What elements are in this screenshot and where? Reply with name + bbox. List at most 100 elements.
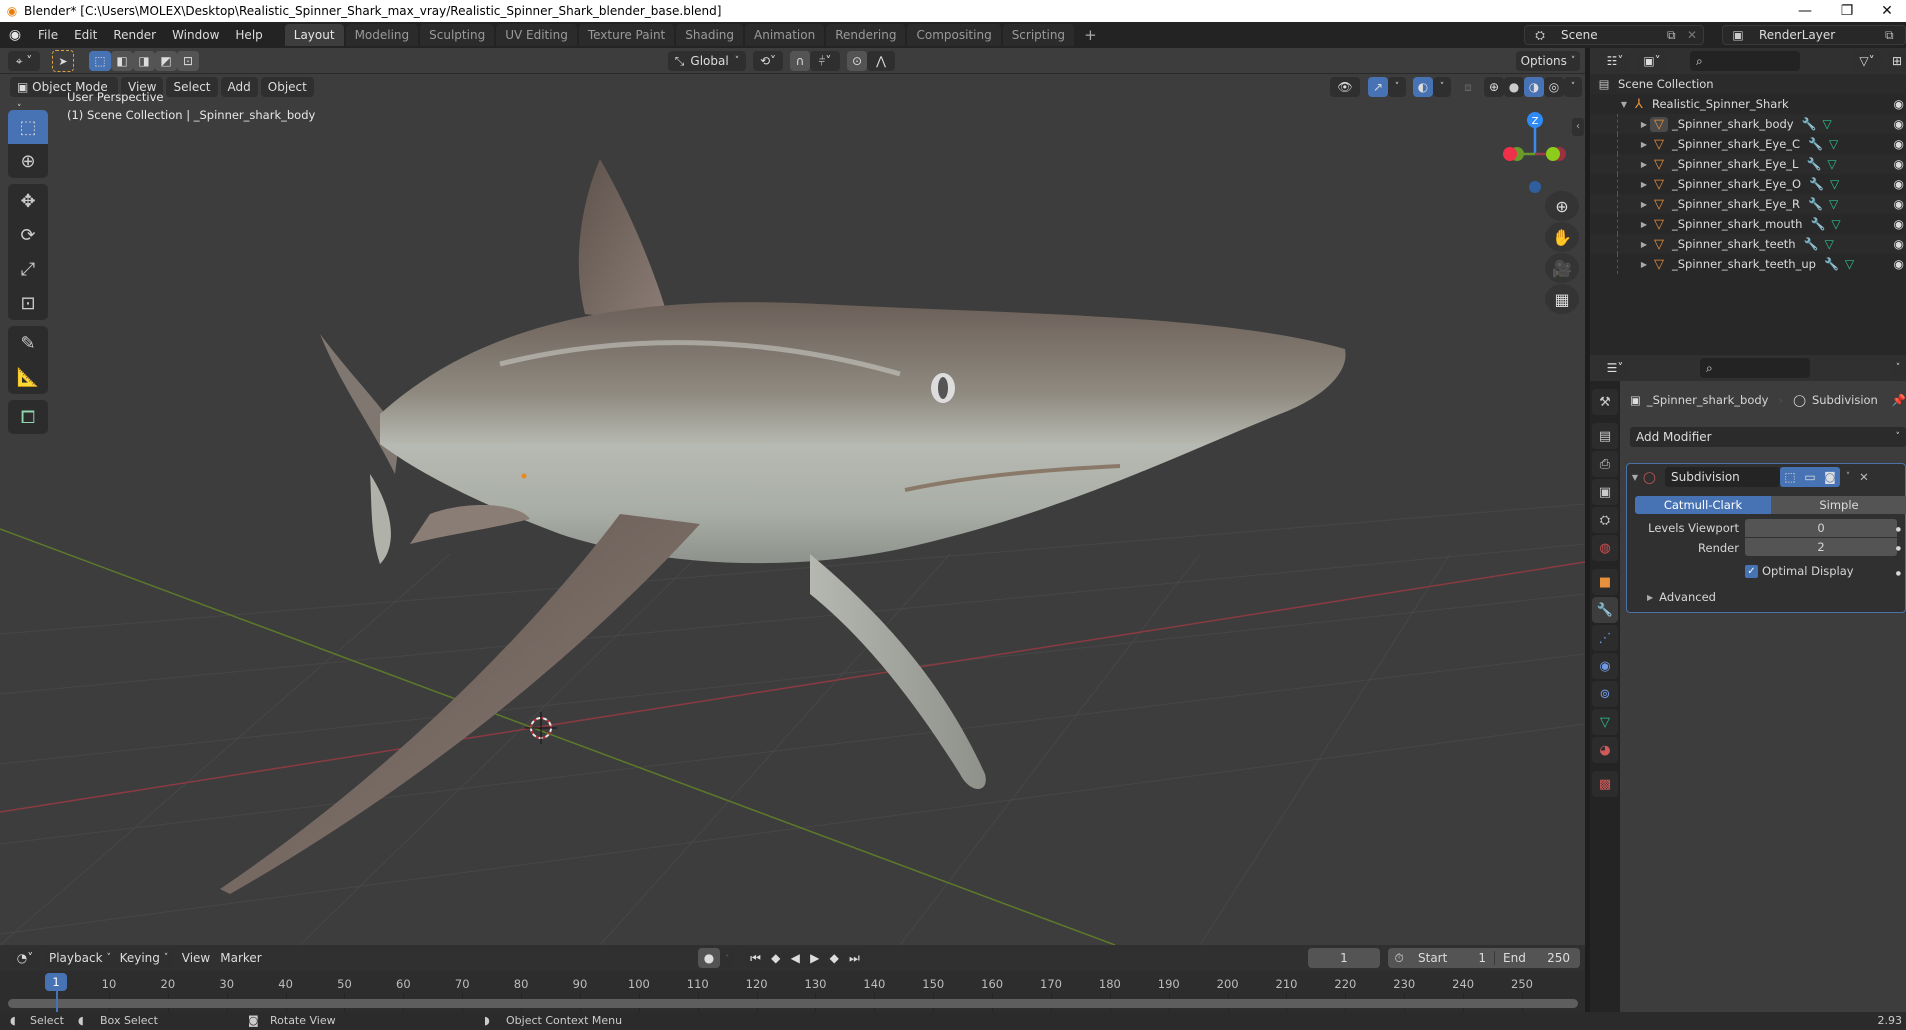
tab-texture[interactable]: ▩ xyxy=(1592,771,1618,797)
scrollbar-thumb[interactable] xyxy=(8,999,1578,1008)
optimal-display-checkbox[interactable]: ✓ Optimal Display xyxy=(1745,564,1854,578)
mesh-data-icon[interactable]: ▽ xyxy=(1845,257,1854,271)
mesh-data-icon[interactable]: ▽ xyxy=(1825,237,1834,251)
workspace-tab-sculpting[interactable]: Sculpting xyxy=(420,24,495,46)
auto-keying-toggle[interactable]: ● xyxy=(698,948,720,968)
view-layer-selector[interactable]: ▣ RenderLayer ⧉ xyxy=(1722,25,1906,45)
snap-target-dropdown[interactable]: ⫩˅ xyxy=(810,51,840,71)
shading-wireframe[interactable]: ⊕ xyxy=(1484,77,1504,97)
timeline-ruler[interactable]: 10 20 30 40 50 60 70 80 90 100 110 120 130 140 150 160 1… xyxy=(0,971,1585,1012)
new-view-layer-icon[interactable]: ⧉ xyxy=(1885,28,1905,43)
eye-icon[interactable]: ◉ xyxy=(1894,177,1904,191)
tool-move[interactable]: ✥ xyxy=(8,184,48,218)
mesh-data-icon[interactable]: ▽ xyxy=(1827,157,1836,171)
properties-editor-type[interactable]: ☰˅ xyxy=(1600,358,1630,378)
sidebar-toggle[interactable]: ‹ xyxy=(1572,118,1584,136)
jump-start-icon[interactable]: ⏮ xyxy=(750,951,761,966)
scene-selector[interactable]: ⛭ Scene ⧉ ✕ xyxy=(1524,25,1704,45)
eye-icon[interactable]: ◉ xyxy=(1894,237,1904,251)
visibility-dropdown[interactable]: 👁 xyxy=(1330,77,1360,97)
shading-rendered[interactable]: ◎ xyxy=(1544,77,1564,97)
tab-data[interactable]: ▽ xyxy=(1592,709,1618,735)
expand-right-icon[interactable]: ▶ xyxy=(1638,160,1650,169)
keyframe-dot-icon[interactable]: ● xyxy=(1896,570,1901,577)
jump-end-icon[interactable]: ⏭ xyxy=(849,951,860,966)
tool-transform[interactable]: ⊡ xyxy=(8,286,48,320)
outliner-object-row[interactable]: ▶ ▽ _Spinner_shark_Eye_O 🔧 ▽ ◉ xyxy=(1590,174,1906,194)
modifier-wrench-icon[interactable]: 🔧 xyxy=(1802,117,1817,131)
tab-object[interactable]: ■ xyxy=(1592,569,1618,595)
outliner-row-collection[interactable]: ▼ ⅄ Realistic_Spinner_Shark ◉ xyxy=(1590,94,1906,114)
outliner-row-scene-collection[interactable]: ▤ Scene Collection xyxy=(1590,74,1906,94)
shading-solid[interactable]: ● xyxy=(1504,77,1524,97)
tool-scale[interactable]: ⤢ xyxy=(8,252,48,286)
3d-viewport[interactable]: ▣ Object Mode ˅ View Select Add Object 👁… xyxy=(0,74,1585,945)
blender-menu-icon[interactable]: ◉ xyxy=(0,27,30,43)
tab-scene[interactable]: ⛭ xyxy=(1592,507,1618,533)
eye-icon[interactable]: ◉ xyxy=(1894,117,1904,131)
tool-annotate[interactable]: ✎ xyxy=(8,326,48,360)
mesh-data-icon[interactable]: ▽ xyxy=(1831,217,1840,231)
new-collection-button[interactable]: ⊞ xyxy=(1888,51,1906,71)
expand-down-icon[interactable]: ▼ xyxy=(1618,100,1630,109)
keyframe-dot-icon[interactable]: ● xyxy=(1896,526,1901,533)
play-reverse-icon[interactable]: ◀ xyxy=(791,951,800,965)
scene-name[interactable]: Scene xyxy=(1555,28,1667,42)
display-mode-dropdown[interactable]: ▣˅ xyxy=(1637,51,1667,71)
navigation-gizmo[interactable]: Z xyxy=(1495,104,1575,194)
add-modifier-dropdown[interactable]: Add Modifier ˅ xyxy=(1630,427,1906,447)
overlays-dropdown[interactable]: ˅ xyxy=(1433,77,1451,97)
collapse-icon[interactable]: ▼ xyxy=(1627,473,1643,482)
tab-render[interactable]: ▤ xyxy=(1592,423,1618,449)
tool-measure[interactable]: 📐 xyxy=(8,360,48,394)
ortho-toggle-button[interactable]: ▦ xyxy=(1545,284,1579,314)
shading-dropdown[interactable]: ˅ xyxy=(1564,77,1582,97)
menu-window[interactable]: Window xyxy=(164,24,227,46)
outliner-editor-type[interactable]: ☷˅ xyxy=(1600,51,1630,71)
modifier-wrench-icon[interactable]: 🔧 xyxy=(1824,257,1839,271)
mesh-data-icon[interactable]: ▽ xyxy=(1823,117,1832,131)
auto-keying-dropdown[interactable]: ˅ xyxy=(720,948,734,968)
expand-right-icon[interactable]: ▶ xyxy=(1638,180,1650,189)
tool-select-box[interactable]: ⬚ xyxy=(8,110,48,144)
camera-view-button[interactable]: 🎥 xyxy=(1545,253,1579,283)
modifier-wrench-icon[interactable]: 🔧 xyxy=(1808,197,1823,211)
edit-mode-toggle[interactable]: ⬚ xyxy=(1780,467,1800,487)
close-window-button[interactable]: ✕ xyxy=(1864,0,1906,22)
snap-toggle[interactable]: ∩ xyxy=(790,51,810,71)
tab-world[interactable]: ◍ xyxy=(1592,535,1618,561)
timeline-scrollbar[interactable] xyxy=(0,997,1585,1010)
outliner-object-row[interactable]: ▶ ▽ _Spinner_shark_teeth_up 🔧 ▽ ◉ xyxy=(1590,254,1906,274)
shading-material-preview[interactable]: ◑ xyxy=(1524,77,1544,97)
render-toggle[interactable]: ◙ xyxy=(1820,467,1840,487)
menu-file[interactable]: File xyxy=(30,24,66,46)
filter-dropdown[interactable]: ▽˅ xyxy=(1852,51,1882,71)
menu-render[interactable]: Render xyxy=(105,24,164,46)
outliner-object-row[interactable]: ▶ ▽ _Spinner_shark_Eye_R 🔧 ▽ ◉ xyxy=(1590,194,1906,214)
tab-view-layer[interactable]: ▣ xyxy=(1592,479,1618,505)
keying-dropdown[interactable]: Keying ˅ xyxy=(114,948,174,968)
tab-physics[interactable]: ◉ xyxy=(1592,653,1618,679)
modifier-wrench-icon[interactable]: 🔧 xyxy=(1810,217,1825,231)
tool-rotate[interactable]: ⟳ xyxy=(8,218,48,252)
end-frame-field[interactable]: End 250 xyxy=(1494,951,1578,965)
mesh-data-icon[interactable]: ▽ xyxy=(1830,177,1839,191)
playback-dropdown[interactable]: Playback ˅ xyxy=(46,948,114,968)
modifier-wrench-icon[interactable]: 🔧 xyxy=(1806,157,1821,171)
remove-modifier-icon[interactable]: ✕ xyxy=(1856,470,1872,484)
add-workspace-button[interactable]: + xyxy=(1076,24,1105,46)
outliner-object-row[interactable]: ▶ ▽ _Spinner_shark_Eye_L 🔧 ▽ ◉ xyxy=(1590,154,1906,174)
minimize-button[interactable]: — xyxy=(1782,0,1828,22)
modifier-menu-chevron[interactable]: ˅ xyxy=(1840,472,1856,482)
gizmo-dropdown[interactable]: ˅ xyxy=(1388,77,1406,97)
workspace-tab-uv-editing[interactable]: UV Editing xyxy=(496,24,577,46)
playhead[interactable]: 1 xyxy=(45,973,67,991)
expand-right-icon[interactable]: ▶ xyxy=(1638,260,1650,269)
expand-right-icon[interactable]: ▶ xyxy=(1638,140,1650,149)
properties-options-dropdown[interactable]: ˅ xyxy=(1890,358,1906,378)
menu-edit[interactable]: Edit xyxy=(66,24,105,46)
gizmo-toggle[interactable]: ↗ xyxy=(1368,77,1388,97)
workspace-tab-rendering[interactable]: Rendering xyxy=(826,24,906,46)
viewport-menu-select[interactable]: Select xyxy=(166,77,218,97)
stopwatch-icon[interactable]: ⏱ xyxy=(1388,951,1410,966)
